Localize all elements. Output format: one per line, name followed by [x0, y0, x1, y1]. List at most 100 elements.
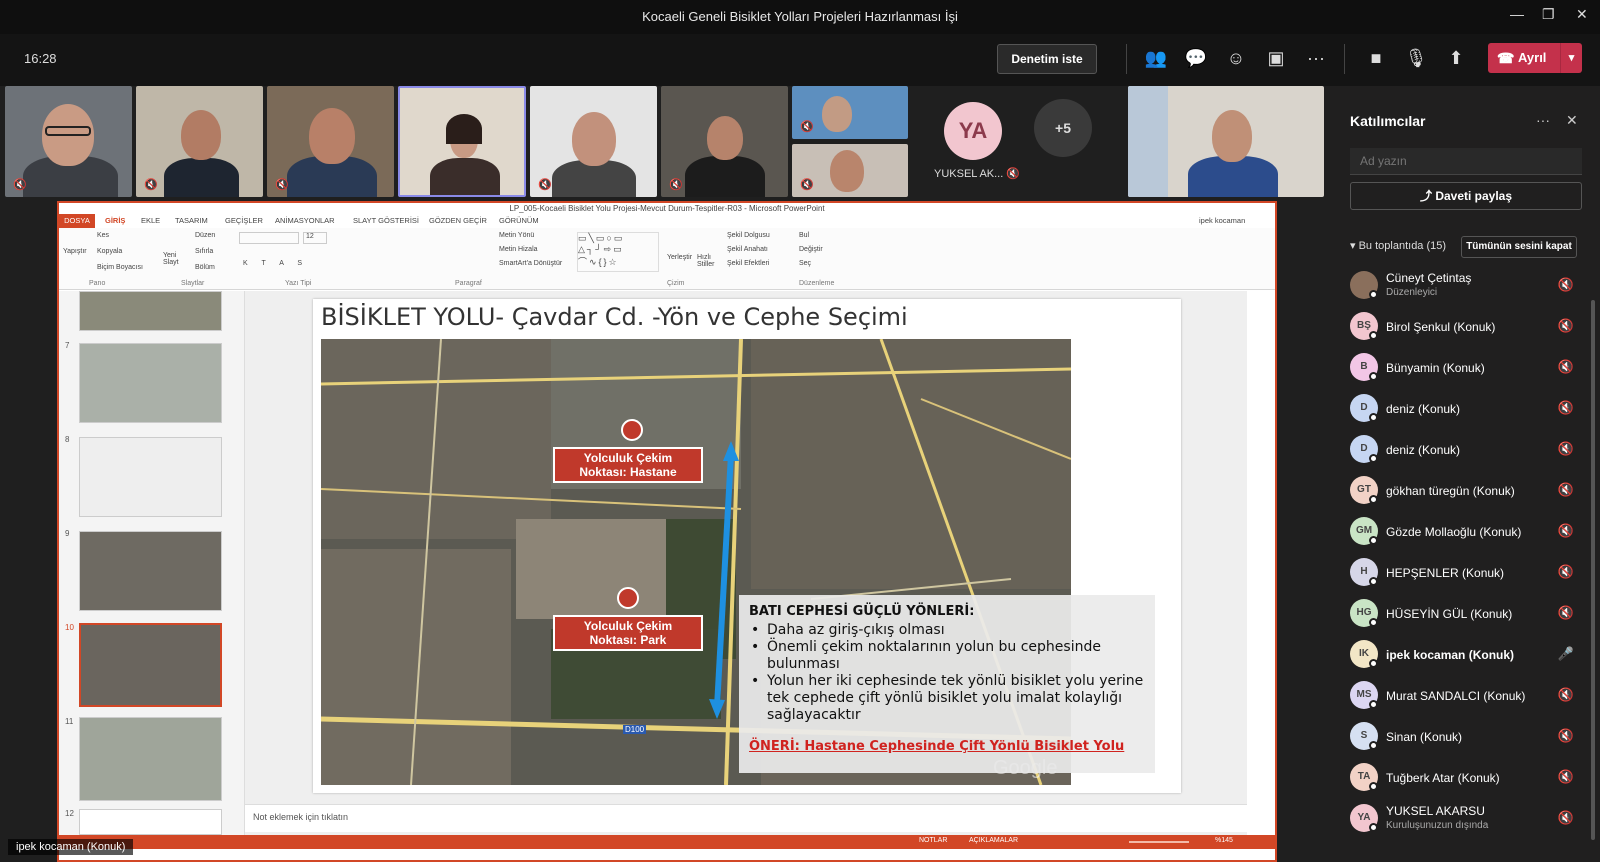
tab-home[interactable]: GİRİŞ [105, 216, 125, 225]
share-icon[interactable]: ⬆ [1444, 48, 1468, 69]
participant-row[interactable]: S Sinan (Konuk) 🔇 [1350, 717, 1582, 758]
align-text-button[interactable]: Metin Hizala [499, 246, 538, 253]
chat-icon[interactable]: 💬 [1184, 48, 1208, 69]
slide-title[interactable]: BİSİKLET YOLU- Çavdar Cd. -Yön ve Cephe … [321, 303, 908, 331]
participant-row[interactable]: BŞ Birol Şenkul (Konuk) 🔇 [1350, 307, 1582, 348]
scrollbar[interactable] [1591, 300, 1595, 840]
shapes-gallery[interactable]: ▭╲▭○▭ △┐┘⇨▭ ⌒∿{}☆ [577, 232, 659, 272]
shape-fill-button[interactable]: Şekil Dolgusu [727, 232, 770, 239]
shape-effects-button[interactable]: Şekil Efektleri [727, 260, 769, 267]
new-slide-button[interactable]: Yeni Slayt [163, 252, 185, 266]
more-icon[interactable]: ··· [1536, 112, 1550, 128]
participant-row[interactable]: Cüneyt Çetintaş Düzenleyici 🔇 [1350, 266, 1582, 307]
rooms-icon[interactable]: ▣ [1264, 48, 1288, 69]
cut-button[interactable]: Kes [97, 232, 109, 239]
mic-icon[interactable]: 🎤 [1558, 646, 1574, 662]
font-size-field[interactable]: 12 [303, 232, 327, 244]
smartart-button[interactable]: SmartArt'a Dönüştür [499, 260, 562, 267]
mic-off-icon[interactable]: 🔇 [1558, 769, 1574, 785]
camera-icon[interactable]: ■ [1364, 48, 1388, 69]
participant-row[interactable]: Ddeniz (Konuk) 🔇 [1350, 389, 1582, 430]
mic-off-icon[interactable]: 🔇 [1558, 564, 1574, 580]
select-button[interactable]: Seç [799, 260, 811, 267]
video-tile[interactable]: 🔇 [792, 86, 908, 139]
maximize-icon[interactable]: ❐ [1542, 6, 1555, 23]
mic-off-icon[interactable]: 🔇 [1558, 605, 1574, 621]
mic-off-icon[interactable]: 🔇 [1558, 482, 1574, 498]
slide-thumbnail[interactable] [79, 717, 222, 801]
mic-off-icon[interactable]: 🔇 [1558, 810, 1574, 826]
search-input[interactable] [1350, 148, 1582, 175]
reactions-icon[interactable]: ☺ [1224, 48, 1248, 69]
participant-row[interactable]: GM Gözde Mollaoğlu (Konuk) 🔇 [1350, 512, 1582, 553]
video-tile[interactable]: 🔇 [792, 144, 908, 197]
slide-editor[interactable]: BİSİKLET YOLU- Çavdar Cd. -Yön ve Cephe … [245, 291, 1247, 835]
mic-off-icon[interactable]: 🔇 [1558, 400, 1574, 416]
tab-file[interactable]: DOSYA [59, 214, 95, 228]
mic-off-icon[interactable]: 🔇 [1558, 277, 1574, 293]
request-control-button[interactable]: Denetim iste [997, 44, 1097, 74]
notes-button[interactable]: NOTLAR [919, 837, 947, 844]
text-direction-button[interactable]: Metin Yönü [499, 232, 534, 239]
share-invite-button[interactable]: ⤴ Daveti paylaş [1350, 182, 1582, 210]
participant-row[interactable]: Ddeniz (Konuk) 🔇 [1350, 430, 1582, 471]
mic-off-icon[interactable]: 🔇 [1558, 318, 1574, 334]
more-icon[interactable]: ··· [1304, 48, 1328, 69]
slide-thumbnail[interactable] [79, 291, 222, 331]
video-tile[interactable]: 🔇 [5, 86, 132, 197]
minimize-icon[interactable]: — [1510, 6, 1524, 22]
tab-review[interactable]: GÖZDEN GEÇİR [429, 216, 487, 225]
video-tile[interactable]: 🔇 [530, 86, 657, 197]
mic-off-icon[interactable]: 🔇 [1558, 441, 1574, 457]
tab-design[interactable]: TASARIM [175, 216, 208, 225]
leave-button[interactable]: ☎ Ayrıl ▾ [1488, 43, 1582, 73]
mic-off-icon[interactable]: 🎙 [1404, 48, 1428, 69]
slide-thumbnail[interactable] [79, 343, 222, 423]
arrange-button[interactable]: Yerleştir [667, 254, 692, 261]
participant-row[interactable]: IK ipek kocaman (Konuk) 🎤 [1350, 635, 1582, 676]
font-style-buttons[interactable]: K T A S [243, 260, 308, 267]
tab-slideshow[interactable]: SLAYT GÖSTERİSİ [353, 216, 419, 225]
participant-row[interactable]: H HEPŞENLER (Konuk) 🔇 [1350, 553, 1582, 594]
section-header[interactable]: ▾ Bu toplantıda (15) [1350, 239, 1446, 252]
video-tile[interactable]: 🔇 [136, 86, 263, 197]
participant-row[interactable]: HG HÜSEYİN GÜL (Konuk) 🔇 [1350, 594, 1582, 635]
slide-thumbnail[interactable] [79, 809, 222, 835]
slide-thumbnail[interactable] [79, 437, 222, 517]
participant-row[interactable]: B Bünyamin (Konuk) 🔇 [1350, 348, 1582, 389]
close-icon[interactable]: ✕ [1576, 6, 1588, 23]
tab-insert[interactable]: EKLE [141, 216, 160, 225]
font-name-field[interactable] [239, 232, 299, 244]
find-button[interactable]: Bul [799, 232, 809, 239]
strengths-textbox[interactable]: BATI CEPHESİ GÜÇLÜ YÖNLERİ: Daha az giri… [739, 595, 1155, 773]
comments-button[interactable]: AÇIKLAMALAR [969, 837, 1018, 844]
reset-button[interactable]: Sıfırla [195, 248, 213, 255]
paste-button[interactable]: Yapıştır [63, 248, 87, 255]
quick-styles-button[interactable]: Hızlı Stiller [697, 254, 721, 268]
video-tile-active-speaker[interactable] [398, 86, 526, 197]
shape-outline-button[interactable]: Şekil Anahatı [727, 246, 768, 253]
notes-pane[interactable]: Not eklemek için tıklatın [245, 804, 1247, 832]
participant-row[interactable]: MS Murat SANDALCI (Konuk) 🔇 [1350, 676, 1582, 717]
video-tile-presenter[interactable] [1128, 86, 1324, 197]
slide[interactable]: BİSİKLET YOLU- Çavdar Cd. -Yön ve Cephe … [313, 299, 1181, 793]
avatar[interactable]: YA [944, 102, 1002, 160]
tab-view[interactable]: GÖRÜNÜM [499, 216, 539, 225]
section-button[interactable]: Bölüm [195, 264, 215, 271]
user-name[interactable]: ipek kocaman [1199, 216, 1245, 225]
slide-thumbnail-selected[interactable] [79, 623, 222, 707]
zoom-slider[interactable] [1129, 841, 1189, 843]
zoom-level[interactable]: %145 [1215, 837, 1233, 844]
video-tile[interactable]: 🔇 [267, 86, 394, 197]
video-tile[interactable]: 🔇 [661, 86, 788, 197]
overflow-count[interactable]: +5 [1034, 99, 1092, 157]
participant-row[interactable]: YA YUKSEL AKARSU Kuruluşunuzun dışında 🔇 [1350, 799, 1582, 840]
tab-animations[interactable]: ANİMASYONLAR [275, 216, 335, 225]
mic-off-icon[interactable]: 🔇 [1558, 359, 1574, 375]
mic-off-icon[interactable]: 🔇 [1558, 728, 1574, 744]
participant-row[interactable]: TA Tuğberk Atar (Konuk) 🔇 [1350, 758, 1582, 799]
format-painter-button[interactable]: Biçim Boyacısı [97, 264, 143, 271]
tab-transitions[interactable]: GEÇİŞLER [225, 216, 263, 225]
mute-all-button[interactable]: Tümünün sesini kapat [1461, 236, 1577, 258]
slide-thumbnail[interactable] [79, 531, 222, 611]
